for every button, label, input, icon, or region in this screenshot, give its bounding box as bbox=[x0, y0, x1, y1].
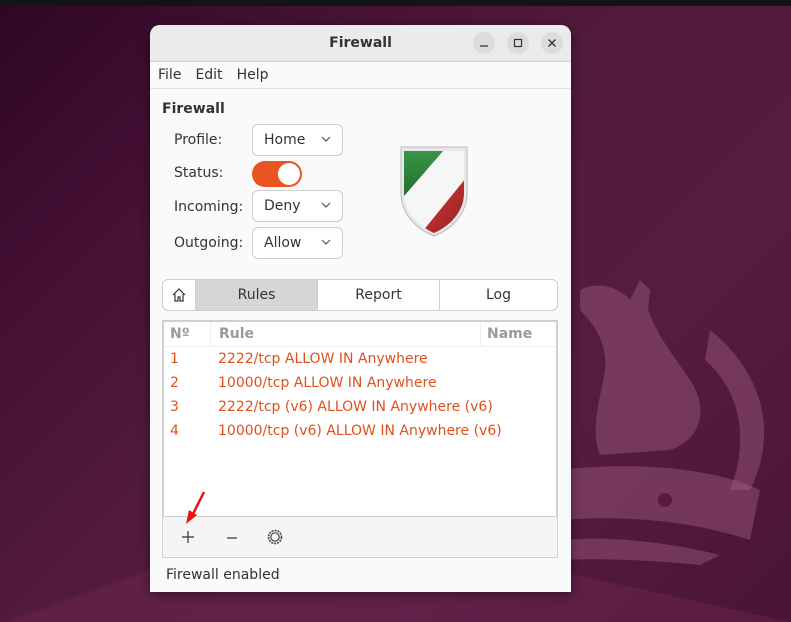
rule-text: 2222/tcp (v6) ALLOW IN Anywhere (v6) bbox=[218, 399, 493, 415]
menu-help[interactable]: Help bbox=[237, 67, 277, 83]
rule-text: 2222/tcp ALLOW IN Anywhere bbox=[218, 351, 428, 367]
chevron-down-icon bbox=[321, 202, 331, 208]
wallpaper-mascot bbox=[560, 280, 765, 565]
window-title: Firewall bbox=[329, 35, 392, 51]
profile-value: Home bbox=[264, 132, 306, 148]
chevron-down-icon bbox=[321, 239, 331, 245]
outgoing-label: Outgoing: bbox=[174, 235, 244, 251]
status-toggle[interactable] bbox=[252, 161, 302, 187]
close-button[interactable] bbox=[541, 32, 563, 54]
table-row[interactable]: 3 2222/tcp (v6) ALLOW IN Anywhere (v6) bbox=[164, 395, 556, 419]
minus-icon bbox=[227, 537, 237, 539]
incoming-label: Incoming: bbox=[174, 199, 244, 215]
rules-table-header: Nº Rule Name bbox=[164, 322, 556, 347]
minimize-icon bbox=[480, 45, 488, 47]
minimize-button[interactable] bbox=[473, 32, 495, 54]
rules-toolbar bbox=[162, 516, 558, 558]
tab-home[interactable] bbox=[163, 280, 195, 310]
section-title: Firewall bbox=[162, 101, 225, 117]
table-row[interactable]: 2 10000/tcp ALLOW IN Anywhere bbox=[164, 371, 556, 395]
tab-rules[interactable]: Rules bbox=[195, 280, 317, 310]
rule-text: 10000/tcp ALLOW IN Anywhere bbox=[218, 375, 437, 391]
toggle-knob bbox=[278, 163, 300, 185]
rule-text: 10000/tcp (v6) ALLOW IN Anywhere (v6) bbox=[218, 423, 502, 439]
gear-icon bbox=[267, 529, 283, 545]
profile-label: Profile: bbox=[174, 132, 223, 148]
incoming-dropdown[interactable]: Deny bbox=[252, 190, 343, 222]
chevron-down-icon bbox=[321, 136, 331, 142]
view-tabs: Rules Report Log bbox=[162, 279, 558, 311]
table-row[interactable]: 4 10000/tcp (v6) ALLOW IN Anywhere (v6) bbox=[164, 419, 556, 443]
incoming-value: Deny bbox=[264, 198, 301, 214]
status-label: Status: bbox=[174, 165, 224, 181]
maximize-icon bbox=[513, 38, 523, 48]
tab-report[interactable]: Report bbox=[317, 280, 439, 310]
rule-number: 1 bbox=[170, 351, 179, 367]
table-row[interactable]: 1 2222/tcp ALLOW IN Anywhere bbox=[164, 347, 556, 371]
annotation-arrow-icon bbox=[186, 491, 206, 524]
rule-number: 2 bbox=[170, 375, 179, 391]
firewall-window: Firewall File Edit Help Firewall Profile… bbox=[150, 25, 571, 592]
column-header-rule[interactable]: Rule bbox=[210, 322, 480, 346]
top-panel bbox=[0, 0, 791, 6]
close-icon bbox=[548, 39, 556, 47]
column-header-name[interactable]: Name bbox=[480, 322, 556, 346]
column-header-number[interactable]: Nº bbox=[164, 326, 210, 342]
title-bar: Firewall bbox=[150, 25, 571, 62]
rule-number: 4 bbox=[170, 423, 179, 439]
menu-file[interactable]: File bbox=[158, 67, 189, 83]
status-bar-text: Firewall enabled bbox=[166, 567, 280, 583]
firewall-shield-icon bbox=[400, 146, 468, 237]
profile-dropdown[interactable]: Home bbox=[252, 124, 343, 156]
remove-rule-button[interactable] bbox=[221, 526, 243, 548]
menu-bar: File Edit Help bbox=[150, 62, 571, 89]
plus-icon bbox=[182, 531, 194, 543]
outgoing-dropdown[interactable]: Allow bbox=[252, 227, 343, 259]
rule-settings-button[interactable] bbox=[264, 526, 286, 548]
outgoing-value: Allow bbox=[264, 235, 302, 251]
rule-number: 3 bbox=[170, 399, 179, 415]
maximize-button[interactable] bbox=[507, 32, 529, 54]
tab-log[interactable]: Log bbox=[439, 280, 557, 310]
menu-edit[interactable]: Edit bbox=[195, 67, 230, 83]
home-icon bbox=[172, 288, 186, 302]
